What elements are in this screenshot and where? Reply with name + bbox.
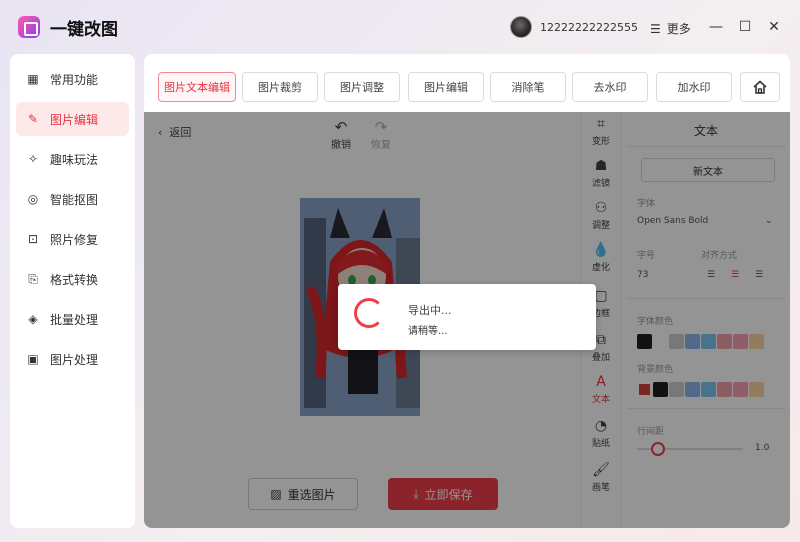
sidebar-item-cutout[interactable]: ◎ 智能抠图 bbox=[16, 182, 129, 216]
layers-icon: ◈ bbox=[28, 312, 38, 326]
tab-adjust[interactable]: 图片调整 bbox=[324, 72, 400, 102]
sidebar-item-fun[interactable]: ✧ 趣味玩法 bbox=[16, 142, 129, 176]
target-icon: ◎ bbox=[27, 192, 39, 206]
loading-spinner-icon bbox=[354, 298, 384, 328]
tab-edit[interactable]: 图片编辑 bbox=[408, 72, 484, 102]
magic-icon: ✧ bbox=[27, 152, 39, 166]
sidebar-item-image-process[interactable]: ▣ 图片处理 bbox=[16, 342, 129, 376]
main-panel: 图片文本编辑 图片裁剪 图片调整 图片编辑 消除笔 去水印 加水印 ‹ 返回 ↶… bbox=[144, 54, 790, 528]
tab-eraser[interactable]: 消除笔 bbox=[490, 72, 566, 102]
app-title: 一键改图 bbox=[50, 19, 118, 40]
sidebar-item-common[interactable]: ▦ 常用功能 bbox=[16, 62, 129, 96]
grid-icon: ▦ bbox=[27, 72, 39, 86]
app-logo-icon bbox=[18, 16, 40, 38]
more-button[interactable]: ☰ 更多 bbox=[650, 20, 691, 37]
sidebar: ▦ 常用功能 ✎ 图片编辑 ✧ 趣味玩法 ◎ 智能抠图 ⊡ 照片修复 ⎘ 格式转… bbox=[10, 54, 135, 528]
home-button[interactable] bbox=[740, 72, 780, 102]
maximize-button[interactable]: ☐ bbox=[737, 19, 753, 35]
more-label: 更多 bbox=[666, 22, 691, 36]
sidebar-item-batch[interactable]: ◈ 批量处理 bbox=[16, 302, 129, 336]
tab-text-edit[interactable]: 图片文本编辑 bbox=[158, 72, 236, 102]
menu-icon: ☰ bbox=[650, 21, 661, 36]
sidebar-item-repair[interactable]: ⊡ 照片修复 bbox=[16, 222, 129, 256]
image-icon: ▣ bbox=[27, 352, 39, 366]
tab-add-watermark[interactable]: 加水印 bbox=[656, 72, 732, 102]
dialog-title: 导出中... bbox=[408, 304, 452, 317]
title-bar: 一键改图 12222222222555 ☰ 更多 — ☐ ✕ bbox=[10, 8, 790, 46]
close-button[interactable]: ✕ bbox=[766, 19, 782, 35]
sidebar-item-image-edit[interactable]: ✎ 图片编辑 bbox=[16, 102, 129, 136]
sidebar-item-convert[interactable]: ⎘ 格式转换 bbox=[16, 262, 129, 296]
avatar[interactable] bbox=[510, 16, 532, 38]
repair-icon: ⊡ bbox=[27, 232, 39, 246]
user-phone[interactable]: 12222222222555 bbox=[540, 21, 638, 34]
export-progress-dialog: 导出中... 请稍等... bbox=[338, 284, 596, 350]
dialog-subtitle: 请稍等... bbox=[408, 326, 448, 337]
tab-remove-watermark[interactable]: 去水印 bbox=[572, 72, 648, 102]
convert-icon: ⎘ bbox=[28, 271, 38, 286]
home-icon bbox=[753, 80, 767, 94]
tab-crop[interactable]: 图片裁剪 bbox=[242, 72, 318, 102]
edit-icon: ✎ bbox=[27, 112, 39, 126]
minimize-button[interactable]: — bbox=[708, 19, 724, 35]
